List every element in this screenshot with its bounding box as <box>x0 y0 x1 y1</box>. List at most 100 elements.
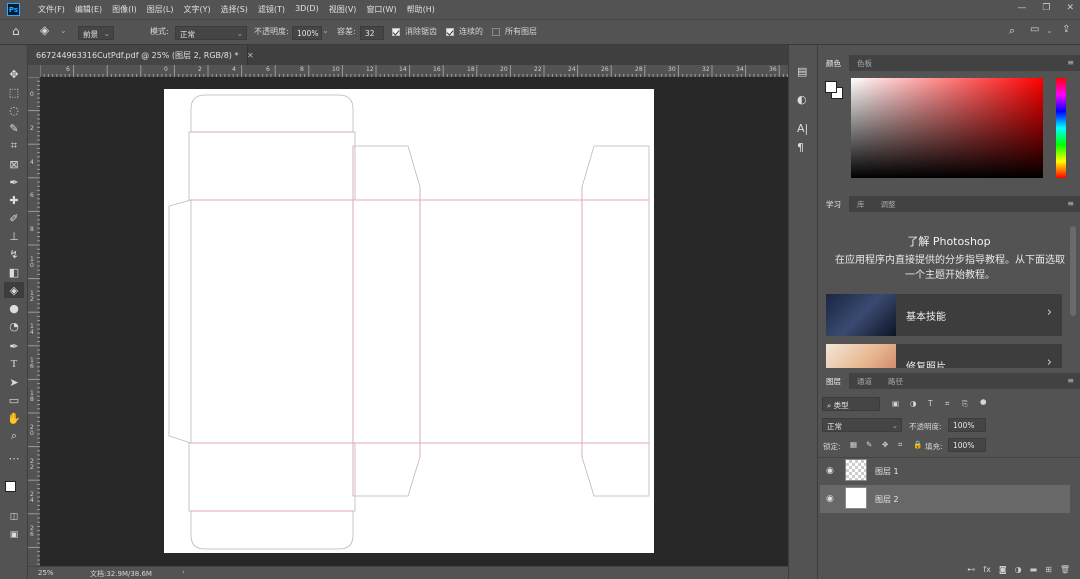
path-select-tool-icon[interactable]: ➤ <box>4 374 24 390</box>
eye-icon[interactable]: ◉ <box>826 466 834 476</box>
minimize-button[interactable]: — <box>1017 3 1026 13</box>
paragraph-panel-icon[interactable]: ¶ <box>797 141 804 154</box>
trash-icon[interactable]: 🗑 <box>1060 565 1070 579</box>
properties-panel-icon[interactable]: ◐ <box>797 93 807 106</box>
pen-tool-icon[interactable]: ✒ <box>4 338 24 354</box>
menu-select[interactable]: 选择(S) <box>216 4 253 15</box>
history-brush-tool-icon[interactable]: ↯ <box>4 246 24 262</box>
menu-window[interactable]: 窗口(W) <box>361 4 401 15</box>
foreground-color-swatch[interactable] <box>5 481 16 492</box>
healing-brush-tool-icon[interactable]: ✚ <box>4 192 24 208</box>
marquee-tool-icon[interactable]: ⬚ <box>4 84 24 100</box>
history-panel-icon[interactable]: ▤ <box>797 65 807 78</box>
contiguous-checkbox[interactable] <box>446 28 454 36</box>
chevron-down-icon[interactable]: ⌄ <box>1046 26 1053 35</box>
more-tools-icon[interactable]: ⋯ <box>4 450 24 466</box>
chevron-down-icon[interactable]: ⌄ <box>322 26 329 35</box>
dodge-tool-icon[interactable]: ◔ <box>4 318 24 334</box>
adjustment-icon[interactable]: ◑ <box>1015 565 1022 579</box>
menu-view[interactable]: 视图(V) <box>324 4 362 15</box>
share-icon[interactable]: ⇪ <box>1062 24 1070 35</box>
lock-all-icon[interactable]: 🔒 <box>913 440 922 449</box>
close-tab-icon[interactable]: ✕ <box>247 51 254 60</box>
hue-slider[interactable] <box>1056 78 1066 178</box>
shape-filter-icon[interactable]: ⌗ <box>945 399 949 409</box>
workspace-icon[interactable]: ▭ <box>1030 24 1039 35</box>
search-icon[interactable]: ⌕ <box>1009 24 1015 38</box>
learn-card-fix-photo[interactable]: 修复照片 › <box>826 344 1062 368</box>
document-canvas[interactable] <box>164 89 654 553</box>
horizontal-ruler[interactable]: 6 0 2 4 6 8 10 12 14 16 18 20 22 24 26 2… <box>40 65 788 77</box>
zoom-tool-icon[interactable]: ⌕ <box>4 428 24 444</box>
paint-bucket-tool-preset-icon[interactable]: ◈ <box>40 23 49 37</box>
close-button[interactable]: ✕ <box>1066 3 1074 13</box>
hand-tool-icon[interactable]: ✋ <box>4 410 24 426</box>
tab-learn[interactable]: 学习 <box>818 196 849 212</box>
tab-paths[interactable]: 路径 <box>880 373 911 389</box>
panel-menu-icon[interactable]: ≡ <box>1067 199 1074 208</box>
tolerance-input[interactable]: 32 <box>360 26 384 40</box>
status-menu-arrow-icon[interactable]: › <box>182 568 185 576</box>
pixel-filter-icon[interactable]: ▣ <box>892 399 899 408</box>
foreground-color-chip[interactable] <box>825 81 837 93</box>
tab-swatches[interactable]: 色板 <box>849 55 880 71</box>
new-layer-icon[interactable]: ⊞ <box>1045 565 1052 579</box>
layer-opacity-input[interactable]: 100% <box>948 418 986 432</box>
menu-help[interactable]: 帮助(H) <box>402 4 440 15</box>
panel-menu-icon[interactable]: ≡ <box>1067 376 1074 385</box>
tab-adjustments[interactable]: 调整 <box>873 196 904 212</box>
color-picker-field[interactable] <box>851 78 1043 178</box>
blur-tool-icon[interactable]: ● <box>4 300 24 316</box>
eyedropper-tool-icon[interactable]: ✒ <box>4 174 24 190</box>
filter-toggle-icon[interactable]: ● <box>980 397 987 406</box>
tab-layers[interactable]: 图层 <box>818 373 849 389</box>
paint-bucket-tool-icon[interactable]: ◈ <box>4 282 24 298</box>
tab-channels[interactable]: 通道 <box>849 373 880 389</box>
antialias-checkbox[interactable] <box>392 28 400 36</box>
type-tool-icon[interactable]: T <box>4 356 24 372</box>
home-icon[interactable]: ⌂ <box>12 24 20 38</box>
opacity-input[interactable]: 100% <box>292 26 322 40</box>
menu-edit[interactable]: 编辑(E) <box>70 4 107 15</box>
quick-mask-icon[interactable]: ◫ <box>4 509 24 525</box>
learn-scrollbar[interactable] <box>1070 226 1076 316</box>
layer-row[interactable]: ◉ 图层 1 <box>820 457 1070 485</box>
layer-kind-filter[interactable]: ⌕ 类型 <box>822 397 880 411</box>
eraser-tool-icon[interactable]: ◧ <box>4 264 24 280</box>
fill-input[interactable]: 100% <box>948 438 986 452</box>
frame-tool-icon[interactable]: ⊠ <box>4 156 24 172</box>
lock-transparent-icon[interactable]: ▦ <box>850 440 857 449</box>
tab-libraries[interactable]: 库 <box>849 196 873 212</box>
ruler-origin[interactable] <box>28 65 40 77</box>
vertical-ruler[interactable]: 0 2 4 6 8 1 0 1 2 1 4 1 6 1 8 2 0 2 2 2 … <box>28 77 40 566</box>
learn-card-basic-skills[interactable]: 基本技能 › <box>826 294 1062 336</box>
fill-source-select[interactable]: 前景 ⌄ <box>78 26 114 40</box>
all-layers-checkbox[interactable] <box>492 28 500 36</box>
adjustment-filter-icon[interactable]: ◑ <box>910 399 917 408</box>
menu-file[interactable]: 文件(F) <box>33 4 70 15</box>
menu-filter[interactable]: 滤镜(T) <box>253 4 290 15</box>
menu-type[interactable]: 文字(Y) <box>178 4 215 15</box>
chevron-down-icon[interactable]: ⌄ <box>60 26 67 35</box>
lasso-tool-icon[interactable]: ◌ <box>4 102 24 118</box>
layer-row-selected[interactable]: ◉ 图层 2 <box>820 485 1070 513</box>
crop-tool-icon[interactable]: ⌗ <box>4 138 24 154</box>
layer-name[interactable]: 图层 2 <box>875 494 899 505</box>
smart-object-filter-icon[interactable]: ⎘ <box>962 399 968 409</box>
mode-select[interactable]: 正常 ⌄ <box>175 26 247 40</box>
type-filter-icon[interactable]: T <box>928 399 933 408</box>
tab-color[interactable]: 颜色 <box>818 55 849 71</box>
layer-name[interactable]: 图层 1 <box>875 466 899 477</box>
lock-position-icon[interactable]: ✥ <box>882 440 888 449</box>
menu-image[interactable]: 图像(I) <box>107 4 142 15</box>
document-tab[interactable]: 667244963316CutPdf.pdf @ 25% (图层 2, RGB/… <box>28 45 254 65</box>
fx-icon[interactable]: fx <box>983 565 991 579</box>
panel-menu-icon[interactable]: ≡ <box>1067 58 1074 67</box>
screen-mode-icon[interactable]: ▣ <box>4 527 24 543</box>
lock-artboard-icon[interactable]: ⌗ <box>898 440 902 450</box>
character-panel-icon[interactable]: A| <box>797 122 808 135</box>
menu-3d[interactable]: 3D(D) <box>290 4 324 15</box>
link-icon[interactable]: ⊷ <box>967 565 975 579</box>
brush-tool-icon[interactable]: ✐ <box>4 210 24 226</box>
clone-stamp-tool-icon[interactable]: ⊥ <box>4 228 24 244</box>
